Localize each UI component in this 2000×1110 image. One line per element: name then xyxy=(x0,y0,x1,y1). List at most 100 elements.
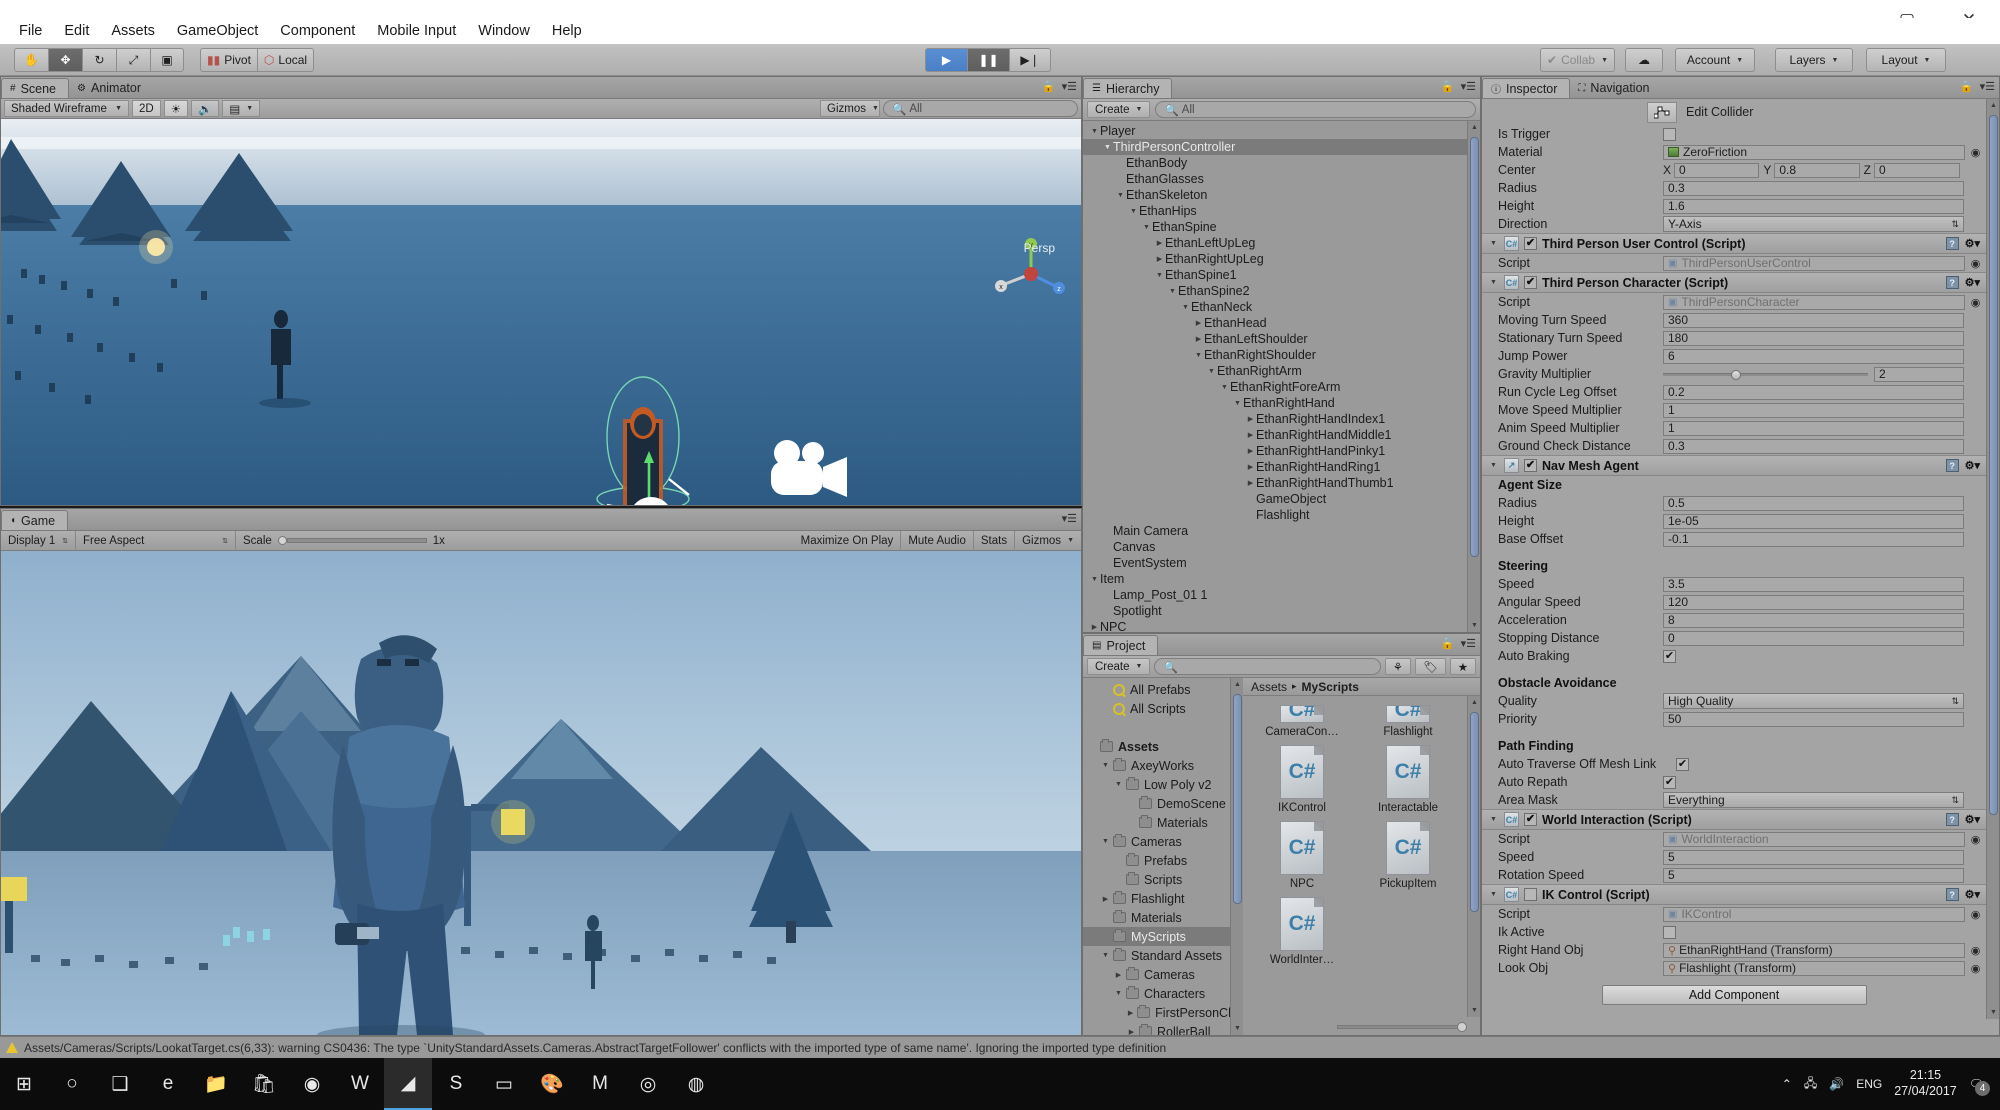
console-app[interactable]: ▭ xyxy=(480,1058,528,1110)
pivot-toggle[interactable]: ▮▮Pivot xyxy=(200,48,257,72)
menu-item-gameobject[interactable]: GameObject xyxy=(166,21,269,42)
chevron-down-icon[interactable]: ▼ xyxy=(1115,192,1126,199)
chevron-down-icon[interactable]: ▼ xyxy=(1113,990,1124,997)
hierarchy-item[interactable]: ▶EthanHead xyxy=(1083,315,1467,331)
gizmos-dropdown[interactable]: Gizmos▼ xyxy=(820,100,880,117)
hierarchy-item[interactable]: ▼EthanSpine xyxy=(1083,219,1467,235)
skype-app[interactable]: S xyxy=(432,1058,480,1110)
rect-tool[interactable]: ▣ xyxy=(150,48,184,72)
edge-browser[interactable]: e xyxy=(144,1058,192,1110)
menu-item-mobile-input[interactable]: Mobile Input xyxy=(366,21,467,42)
hierarchy-item[interactable]: GameObject xyxy=(1083,491,1467,507)
collab-button[interactable]: ✔Collab▼ xyxy=(1540,48,1615,72)
hierarchy-item[interactable]: EthanBody xyxy=(1083,155,1467,171)
hierarchy-item[interactable]: ▼EthanRightForeArm xyxy=(1083,379,1467,395)
inspector-scrollbar[interactable]: ▲ ▼ xyxy=(1986,99,1999,1019)
file-explorer[interactable]: 📁 xyxy=(192,1058,240,1110)
lock-icon[interactable]: 🔒 xyxy=(1441,80,1455,93)
monogame-app[interactable]: M xyxy=(576,1058,624,1110)
chevron-right-icon[interactable]: ▶ xyxy=(1126,1009,1135,1017)
language-indicator[interactable]: ENG xyxy=(1856,1077,1882,1091)
chevron-down-icon[interactable]: ▼ xyxy=(1206,368,1217,375)
help-icon[interactable]: ? xyxy=(1946,237,1959,250)
object-picker-icon[interactable]: ◉ xyxy=(1969,296,1982,309)
value-field[interactable]: -0.1 xyxy=(1663,532,1964,547)
chevron-right-icon[interactable]: ▶ xyxy=(1089,623,1100,631)
value-field[interactable]: 1 xyxy=(1663,421,1964,436)
property-dropdown[interactable]: Y-Axis⇅ xyxy=(1663,216,1964,232)
project-folder-item[interactable]: All Scripts xyxy=(1083,699,1242,718)
object-field[interactable]: ▣IKControl xyxy=(1663,907,1965,922)
chrome-browser[interactable]: ◉ xyxy=(288,1058,336,1110)
step-button[interactable]: ▶❘ xyxy=(1009,48,1051,72)
object-field[interactable]: ▣ThirdPersonUserControl xyxy=(1663,256,1965,271)
object-field[interactable]: ⚲Flashlight (Transform) xyxy=(1663,961,1965,976)
gear-icon[interactable]: ⚙▾ xyxy=(1965,237,1980,250)
component-enabled-checkbox[interactable]: ✔ xyxy=(1524,276,1537,289)
chevron-down-icon[interactable]: ▼ xyxy=(1154,272,1165,279)
blender-app[interactable]: ◍ xyxy=(672,1058,720,1110)
value-field[interactable]: 0.5 xyxy=(1663,496,1964,511)
chevron-down-icon[interactable]: ▼ xyxy=(1219,384,1230,391)
value-field[interactable]: 0.8 xyxy=(1774,163,1859,178)
chevron-right-icon[interactable]: ▶ xyxy=(1113,971,1124,979)
chevron-down-icon[interactable]: ▼ xyxy=(1128,208,1139,215)
start-button[interactable]: ⊞ xyxy=(0,1058,48,1110)
property-dropdown[interactable]: High Quality⇅ xyxy=(1663,693,1964,709)
hierarchy-item[interactable]: ▶EthanLeftUpLeg xyxy=(1083,235,1467,251)
gear-icon[interactable]: ⚙▾ xyxy=(1965,459,1980,472)
hierarchy-item[interactable]: ▼EthanRightShoulder xyxy=(1083,347,1467,363)
lock-icon[interactable]: 🔒 xyxy=(1960,80,1974,93)
project-folder-tree[interactable]: All PrefabsAll ScriptsAssets▼AxeyWorks▼L… xyxy=(1083,678,1243,1035)
chevron-right-icon[interactable]: ▶ xyxy=(1193,319,1204,327)
panel-menu-icon[interactable]: ▾☰ xyxy=(1461,80,1476,93)
game-viewport[interactable] xyxy=(1,551,1081,1035)
hierarchy-item[interactable]: ▼EthanSkeleton xyxy=(1083,187,1467,203)
component-header[interactable]: ▼C#IK Control (Script)?⚙▾ xyxy=(1482,884,1986,905)
property-checkbox[interactable]: ✔ xyxy=(1676,758,1689,771)
value-field[interactable]: 120 xyxy=(1663,595,1964,610)
asset-item[interactable]: C#NPC xyxy=(1249,814,1355,890)
value-field[interactable]: 0 xyxy=(1874,163,1960,178)
chevron-down-icon[interactable]: ▼ xyxy=(1193,352,1204,359)
project-folder-item[interactable]: MyScripts xyxy=(1083,927,1242,946)
chevron-down-icon[interactable]: ▼ xyxy=(1100,838,1111,845)
scroll-up-icon[interactable]: ▲ xyxy=(1468,121,1481,134)
hand-tool[interactable]: ✋ xyxy=(14,48,48,72)
hierarchy-item[interactable]: ▶NPC xyxy=(1083,619,1467,632)
hierarchy-item[interactable]: EventSystem xyxy=(1083,555,1467,571)
gear-icon[interactable]: ⚙▾ xyxy=(1965,813,1980,826)
gear-icon[interactable]: ⚙▾ xyxy=(1965,888,1980,901)
hierarchy-item[interactable]: ▶EthanRightHandThumb1 xyxy=(1083,475,1467,491)
menu-item-help[interactable]: Help xyxy=(541,21,593,42)
lock-icon[interactable]: 🔒 xyxy=(1441,637,1455,650)
hierarchy-item[interactable]: ▶EthanRightUpLeg xyxy=(1083,251,1467,267)
project-folder-item[interactable]: Materials xyxy=(1083,813,1242,832)
project-folder-item[interactable]: ▼Characters xyxy=(1083,984,1242,1003)
chevron-down-icon[interactable]: ▼ xyxy=(1180,304,1191,311)
chevron-down-icon[interactable]: ▼ xyxy=(1100,762,1111,769)
project-create-button[interactable]: Create▼ xyxy=(1087,658,1150,675)
help-icon[interactable]: ? xyxy=(1946,276,1959,289)
chevron-right-icon[interactable]: ▶ xyxy=(1245,463,1256,471)
hierarchy-item[interactable]: ▼EthanRightArm xyxy=(1083,363,1467,379)
project-folder-item[interactable]: ▶FirstPersonCha xyxy=(1083,1003,1242,1022)
volume-icon[interactable]: 🔊 xyxy=(1829,1077,1844,1091)
network-icon[interactable]: 🖧 xyxy=(1804,1074,1817,1095)
hierarchy-item[interactable]: ▶EthanRightHandPinky1 xyxy=(1083,443,1467,459)
cloud-button[interactable]: ☁ xyxy=(1625,48,1663,72)
tab-animator[interactable]: ⚙Animator xyxy=(69,78,153,98)
property-checkbox[interactable]: ✔ xyxy=(1663,650,1676,663)
add-component-button[interactable]: Add Component xyxy=(1602,985,1867,1005)
hierarchy-item[interactable]: Main Camera xyxy=(1083,523,1467,539)
clock[interactable]: 21:15 27/04/2017 xyxy=(1894,1068,1957,1099)
move-tool[interactable]: ✥ xyxy=(48,48,82,72)
tab-game[interactable]: ◖ Game xyxy=(1,510,68,530)
object-field[interactable]: ▣ThirdPersonCharacter xyxy=(1663,295,1965,310)
draw-mode-dropdown[interactable]: Shaded Wireframe▼ xyxy=(4,100,129,117)
stats-toggle[interactable]: Stats xyxy=(974,531,1015,551)
project-folder-item[interactable] xyxy=(1083,718,1242,737)
filter-by-type-button[interactable]: ⚘ xyxy=(1385,658,1411,675)
asset-item[interactable]: C#PickupItem xyxy=(1355,814,1461,890)
chevron-up-icon[interactable]: ⌃ xyxy=(1782,1077,1792,1091)
